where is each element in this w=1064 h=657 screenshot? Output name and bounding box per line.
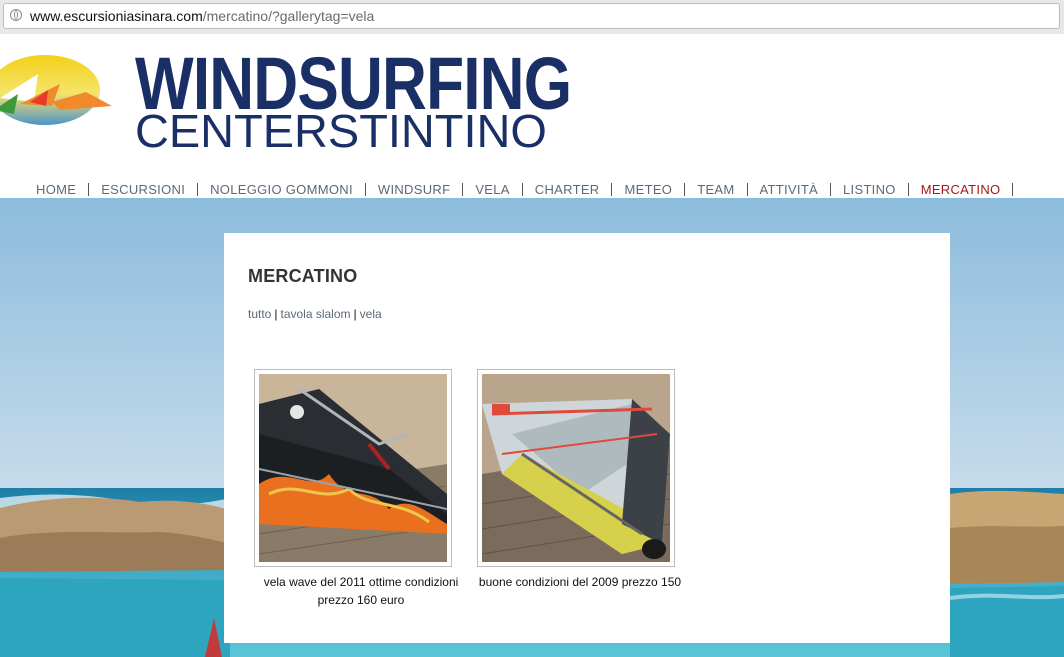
- nav-item-listino[interactable]: LISTINO: [831, 182, 909, 196]
- browser-url-bar: www.escursioniasinara.com/mercatino/?gal…: [0, 0, 1064, 35]
- address-field[interactable]: www.escursioniasinara.com/mercatino/?gal…: [3, 3, 1060, 29]
- globe-icon: [10, 9, 22, 21]
- nav-item-attivita[interactable]: ATTIVITÀ: [748, 182, 832, 196]
- nav-item-escursioni[interactable]: ESCURSIONI: [89, 182, 199, 196]
- brand-subtitle[interactable]: CENTERSTINTINO: [135, 106, 547, 156]
- url-text[interactable]: www.escursioniasinara.com/mercatino/?gal…: [30, 8, 374, 24]
- gallery-caption: buone condizioni del 2009 prezzo 150: [478, 575, 682, 589]
- sail-photo-image: [259, 374, 447, 562]
- nav-item-noleggio-gommoni[interactable]: NOLEGGIO GOMMONI: [198, 182, 366, 196]
- url-path: /mercatino/?gallerytag=vela: [202, 8, 375, 24]
- filter-separator: |: [353, 307, 357, 321]
- nav-item-team[interactable]: TEAM: [685, 182, 748, 196]
- filter-tavola-slalom-link[interactable]: tavola slalom: [280, 307, 350, 321]
- url-host: www.escursioniasinara.com: [30, 8, 203, 24]
- filter-tutto-link[interactable]: tutto: [248, 307, 271, 321]
- content-card: MERCATINO tutto | tavola slalom | vela vela …: [224, 233, 950, 643]
- nav-item-mercatino[interactable]: MERCATINO: [909, 182, 1014, 196]
- filter-vela-link[interactable]: vela: [360, 307, 382, 321]
- sail-logo-icon[interactable]: [0, 54, 115, 129]
- site-header: WINDSURFING CENTERSTINTINO: [0, 34, 1064, 198]
- nav-item-meteo[interactable]: METEO: [612, 182, 686, 196]
- nav-item-charter[interactable]: CHARTER: [523, 182, 613, 196]
- gallery-tag-filters: tutto | tavola slalom | vela: [248, 307, 382, 321]
- gallery-thumbnail[interactable]: [254, 369, 452, 567]
- nav-item-windsurf[interactable]: WINDSURF: [366, 182, 464, 196]
- gallery-caption: vela wave del 2011 ottime condizioni pre…: [263, 575, 459, 607]
- gallery-thumbnail[interactable]: [477, 369, 675, 567]
- main-nav: HOME ESCURSIONI NOLEGGIO GOMMONI WINDSUR…: [0, 180, 1064, 198]
- page-title: MERCATINO: [248, 266, 358, 286]
- sail-photo-image: [482, 374, 670, 562]
- nav-item-vela[interactable]: VELA: [463, 182, 523, 196]
- nav-item-home[interactable]: HOME: [0, 182, 90, 196]
